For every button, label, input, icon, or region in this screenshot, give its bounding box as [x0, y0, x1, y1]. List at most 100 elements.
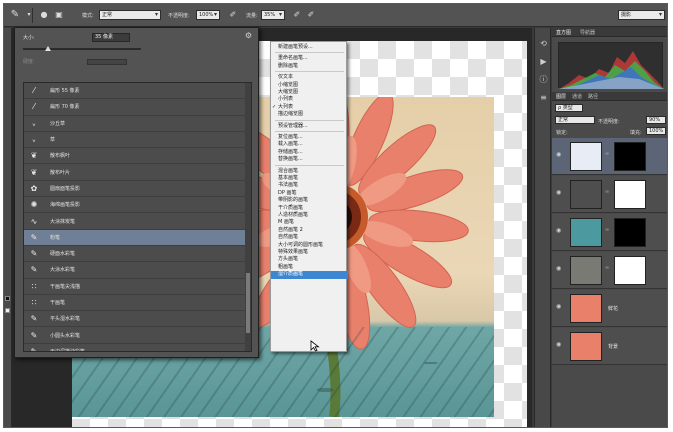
brush-list-item[interactable]: ∿ 大涂抹炭笔 [24, 213, 251, 230]
brush-panel-toggle-icon[interactable]: ▣ [52, 8, 66, 22]
brush-list-item[interactable]: ✎ 大涂水彩笔 [24, 262, 251, 279]
menu-item[interactable]: 描边缩览图 [271, 111, 348, 118]
visibility-eye-icon[interactable]: ◉ [556, 341, 561, 348]
brush-name: 干画笔 [50, 300, 66, 306]
menu-item[interactable]: 书法画笔 [271, 182, 348, 189]
menu-item[interactable]: 仅文本 [271, 74, 348, 81]
pressure-size-icon[interactable]: ✐ [304, 8, 318, 22]
layer-row[interactable]: ◉ ∞ [552, 252, 667, 289]
airbrush-icon[interactable]: ✐ [290, 8, 304, 22]
brush-list-item[interactable]: ⁄ 扁形 55 像素 [24, 83, 251, 100]
visibility-eye-icon[interactable]: ◉ [556, 303, 561, 310]
brush-list-item[interactable]: ❦ 散布枫叶 [24, 148, 251, 165]
mask-link-icon[interactable]: ∞ [605, 151, 609, 157]
history-icon[interactable]: ⟲ [538, 38, 549, 49]
menu-separator [275, 131, 344, 132]
layer-row[interactable]: ◉ ∞ [552, 214, 667, 251]
visibility-eye-icon[interactable]: ◉ [556, 151, 561, 158]
brush-list-item[interactable]: ᵥ草 [24, 132, 251, 149]
brush-list-item[interactable]: ∷ 干画笔尖浅描 [24, 279, 251, 295]
menu-item[interactable]: M 画笔 [271, 219, 348, 226]
tab-paths[interactable]: 路径 [588, 93, 598, 100]
menu-item[interactable]: 删除画笔 [271, 63, 348, 70]
brush-tip-icon: ✎ [30, 314, 38, 324]
properties-icon[interactable]: ≡ [538, 92, 549, 103]
fill-field[interactable]: 100% [646, 127, 666, 135]
layer-thumbnail [570, 256, 602, 285]
mask-link-icon[interactable]: ∞ [605, 227, 609, 233]
menu-item-label: 大缩览图 [278, 89, 299, 95]
layer-opacity-field[interactable]: 90% [646, 116, 666, 124]
brush-picker-icon[interactable]: ● [37, 8, 51, 22]
visibility-eye-icon[interactable]: ◉ [556, 265, 561, 272]
tab-channels[interactable]: 通道 [572, 93, 582, 100]
tab-histogram[interactable]: 直方图 [556, 29, 571, 36]
brush-list-item[interactable]: ✎ 粉笔 [24, 229, 251, 246]
foreground-color-swatch[interactable] [5, 296, 10, 301]
scrollbar-thumb[interactable] [246, 273, 250, 333]
background-color-swatch[interactable] [5, 308, 10, 313]
layer-row[interactable]: ◉ ∞ [552, 138, 667, 175]
brush-list-item[interactable]: ∷ 干画笔 [24, 295, 251, 312]
tab-navigator[interactable]: 导航器 [580, 29, 595, 36]
menu-item[interactable]: 小缩览图 [271, 82, 348, 89]
brush-list-item[interactable]: ✺ 海绵画笔投影 [24, 197, 251, 214]
layer-row[interactable]: ◉ 鲜花 [552, 290, 667, 327]
hardness-slider[interactable] [87, 59, 127, 65]
brush-name: 干画笔尖浅描 [50, 283, 81, 290]
size-slider-knob[interactable] [45, 46, 51, 51]
menu-item-label: 删除画笔 [278, 62, 299, 69]
brush-list-item[interactable]: ✎ 干边深描油彩笔 [24, 344, 251, 351]
brush-list-item[interactable]: ❦ 散布叶片 [24, 164, 251, 181]
pressure-opacity-icon[interactable]: ✐ [226, 8, 240, 22]
brush-list-item[interactable]: ✎ 小圆头水彩笔 [24, 327, 251, 344]
menu-item[interactable]: 小列表 [271, 96, 348, 103]
menu-item[interactable]: 载入画笔... [271, 141, 348, 148]
menu-item[interactable]: 预设管理器... [271, 123, 348, 130]
tool-preset-dropdown-icon[interactable]: ▾ [22, 8, 36, 22]
info-icon[interactable]: ⓘ [538, 74, 549, 85]
menu-item[interactable]: 方头画笔 [271, 256, 348, 263]
brush-list-item[interactable]: ✎ 硬面水彩笔 [24, 246, 251, 263]
layers-tabs: 图层 通道 路径 [552, 92, 667, 101]
menu-item-label: 人造材质画笔 [278, 212, 309, 218]
visibility-eye-icon[interactable]: ◉ [556, 227, 561, 234]
menu-item[interactable]: 自然画笔 [271, 234, 348, 241]
opacity-field[interactable]: 100% [196, 10, 220, 20]
brush-list-item[interactable]: ✎ 平头湿水彩笔 [24, 311, 251, 328]
menu-item[interactable]: 带阴影的画笔 [271, 197, 348, 204]
menu-item[interactable]: 大小可调的圆形画笔 [271, 242, 348, 249]
menu-item[interactable]: 混合画笔 [271, 168, 348, 175]
visibility-eye-icon[interactable]: ◉ [556, 189, 561, 196]
brush-list-item[interactable]: ✿ 圆扇面笔投影 [24, 181, 251, 198]
toolbar-strip [4, 28, 12, 427]
workspace-dropdown[interactable]: 摄影 [618, 10, 665, 20]
size-field[interactable]: 35 像素 [92, 33, 130, 42]
right-panels: 直方图 导航器 图层 通道 路径 ρ 类型 正常 不透明度: 90% 锁定: 填… [552, 28, 667, 427]
brush-name: 扁形 70 像素 [50, 104, 80, 111]
brush-list[interactable]: ⁄ 扁形 55 像素 ⁄ 扁形 70 像素 ᵥ 沙丘草 ᵥ 草 ❦ 散布枫叶 ❦ 散布叶片 ✿ 圆扇面笔投… [23, 82, 252, 352]
brush-list-item[interactable]: ⁄ 扁形 70 像素 [24, 99, 251, 116]
brush-list-item[interactable]: ᵥ 沙丘草 [24, 116, 251, 132]
mask-link-icon[interactable]: ∞ [605, 265, 609, 271]
menu-item[interactable]: 重命名画笔... [271, 55, 348, 62]
menu-item[interactable]: 替换画笔... [271, 156, 348, 163]
size-slider[interactable] [23, 48, 141, 50]
brush-tool-icon[interactable]: ✎ [8, 8, 22, 22]
menu-item-label: 方头画笔 [278, 256, 299, 263]
menu-item[interactable]: 干介质画笔 [271, 205, 348, 212]
blend-mode-dropdown[interactable]: 正常 [555, 116, 595, 124]
menu-item[interactable]: 新建画笔预设... [271, 44, 348, 51]
brush-list-scrollbar[interactable] [245, 83, 251, 351]
layer-row[interactable]: ◉ 背景 [552, 328, 667, 365]
layer-row[interactable]: ◉ ∞ [552, 176, 667, 213]
mask-link-icon[interactable]: ∞ [605, 189, 609, 195]
layer-filter-dropdown[interactable]: ρ 类型 [555, 104, 583, 112]
gear-icon[interactable]: ⚙ [245, 31, 252, 40]
tab-layers[interactable]: 图层 [556, 93, 566, 100]
actions-icon[interactable]: ▶ [538, 56, 549, 67]
flow-field[interactable]: 35% [261, 10, 285, 20]
mode-dropdown[interactable]: 正常 [99, 10, 161, 20]
menu-item[interactable]: 湿介质画笔 [271, 271, 348, 279]
brush-tip-icon: ❦ [30, 167, 38, 177]
